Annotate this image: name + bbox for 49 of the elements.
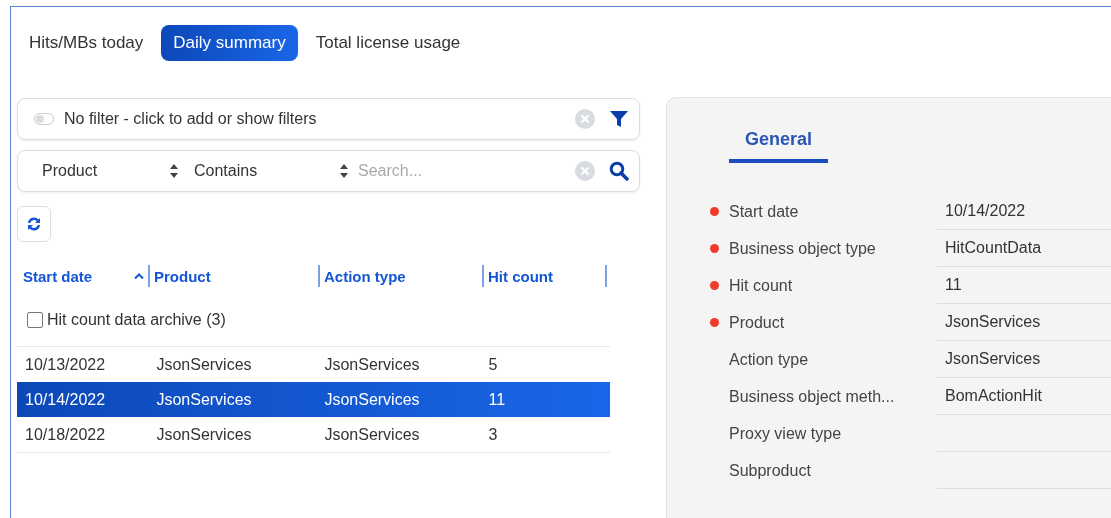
checkbox[interactable] (27, 312, 43, 328)
field-value: BomActionHit (937, 378, 1111, 415)
field-label: Product (729, 313, 786, 332)
field-label: Business object type (729, 239, 877, 258)
table-cell-text: JsonServices (324, 355, 421, 374)
tab[interactable]: Hits/MBs today (17, 25, 156, 61)
field-label: Action type (729, 350, 810, 369)
field-value: JsonServices (937, 304, 1111, 341)
table-row[interactable]: 10/14/2022 JsonServices JsonServices 11 (17, 382, 610, 417)
table-cell-text: 3 (488, 425, 499, 444)
column-header[interactable]: Hit count (484, 267, 605, 285)
table-cell-text: JsonServices (324, 425, 421, 444)
field-value: JsonServices (937, 341, 1111, 378)
table-cell-text: 10/13/2022 (25, 355, 107, 374)
table-cell-text: 10/18/2022 (25, 425, 107, 444)
search-icon[interactable] (609, 161, 629, 181)
field-value: 11 (937, 267, 1111, 304)
field-label: Start date (729, 202, 800, 221)
filter-text: No filter - click to add or show filters (64, 110, 318, 128)
tab[interactable]: Daily summary (161, 25, 298, 61)
filter-bar[interactable]: No filter - click to add or show filters (17, 98, 640, 140)
table-row[interactable]: 10/18/2022 JsonServices JsonServices 3 (17, 417, 610, 452)
column-header[interactable]: Product (150, 267, 318, 285)
operator-select[interactable]: Contains (186, 162, 356, 180)
column-header[interactable]: Start date (23, 267, 134, 285)
search-field[interactable]: Search... (356, 161, 575, 181)
field-label: Hit count (729, 276, 794, 295)
refresh-button[interactable] (17, 206, 51, 242)
up-down-arrows-icon[interactable] (340, 164, 348, 178)
field-label: Subproduct (729, 461, 812, 480)
group-label: Hit count data archive (3) (47, 311, 226, 329)
column-header[interactable]: Action type (320, 267, 482, 285)
field-select[interactable]: Product (34, 162, 186, 180)
field-label: Business object meth... (729, 387, 896, 406)
table-cell-text: JsonServices (156, 355, 253, 374)
table-cell-text: JsonServices (156, 390, 253, 409)
field-value: HitCountData (937, 230, 1111, 267)
table-cell-text: JsonServices (156, 425, 253, 444)
field-value: 10/14/2022 (937, 193, 1111, 230)
tab[interactable]: Total license usage (303, 25, 473, 61)
tab[interactable]: General (729, 126, 829, 163)
filter-icon[interactable] (609, 109, 629, 129)
table-row[interactable]: 10/13/2022 JsonServices JsonServices 5 (17, 347, 610, 382)
table-cell-text: JsonServices (324, 390, 421, 409)
up-down-arrows-icon[interactable] (170, 164, 178, 178)
table-cell-text: 5 (488, 355, 499, 374)
table-cell-text: 10/14/2022 (25, 390, 107, 409)
field-label: Proxy view type (729, 424, 843, 443)
table-cell-text: 11 (488, 390, 507, 409)
